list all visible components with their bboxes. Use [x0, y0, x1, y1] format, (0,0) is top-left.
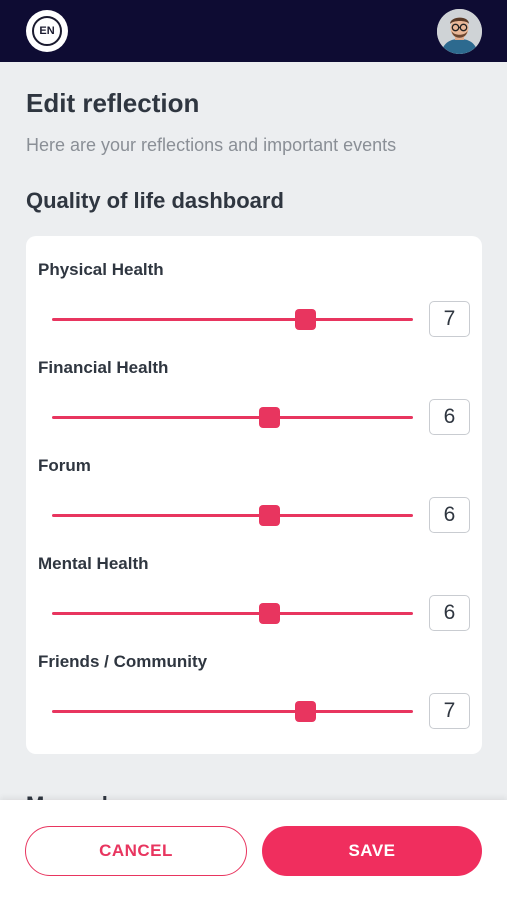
slider-track[interactable]	[52, 416, 413, 419]
slider-track[interactable]	[52, 514, 413, 517]
scroll-content[interactable]: Edit reflection Here are your reflection…	[0, 62, 507, 800]
metric-label: Friends / Community	[38, 652, 208, 671]
goals-section-title: My goals	[26, 792, 120, 800]
top-app-bar: EN	[0, 0, 507, 62]
metric-friends-community: Friends / Community 7	[26, 628, 482, 729]
forum-slider[interactable]	[52, 503, 413, 527]
metric-value[interactable]: 6	[429, 595, 470, 631]
metric-label: Forum	[38, 456, 91, 475]
dashboard-section-title: Quality of life dashboard	[26, 188, 284, 213]
metric-value[interactable]: 6	[429, 497, 470, 533]
slider-track[interactable]	[52, 612, 413, 615]
metric-value[interactable]: 7	[429, 693, 470, 729]
metric-forum: Forum 6	[26, 432, 482, 533]
metric-mental-health: Mental Health 6	[26, 530, 482, 631]
financial-health-slider[interactable]	[52, 405, 413, 429]
save-button[interactable]: SAVE	[262, 826, 482, 876]
slider-thumb[interactable]	[294, 309, 316, 330]
cancel-button[interactable]: CANCEL	[25, 826, 247, 876]
metric-label: Mental Health	[38, 554, 149, 573]
metric-label: Financial Health	[38, 358, 169, 377]
physical-health-slider[interactable]	[52, 307, 413, 331]
language-switcher-button[interactable]: EN	[26, 10, 68, 52]
metric-value[interactable]: 7	[429, 301, 470, 337]
slider-thumb[interactable]	[258, 505, 280, 526]
quality-of-life-card: Physical Health 7 Financial Health 6 For…	[26, 236, 482, 754]
user-avatar-icon[interactable]	[437, 9, 482, 54]
slider-thumb[interactable]	[258, 407, 280, 428]
friends-community-slider[interactable]	[52, 699, 413, 723]
mental-health-slider[interactable]	[52, 601, 413, 625]
metric-label: Physical Health	[38, 260, 164, 279]
metric-physical-health: Physical Health 7	[26, 236, 482, 337]
metric-value[interactable]: 6	[429, 399, 470, 435]
slider-thumb[interactable]	[258, 603, 280, 624]
language-code: EN	[32, 16, 62, 46]
page-subtitle: Here are your reflections and important …	[26, 135, 397, 155]
page-title: Edit reflection	[26, 88, 200, 118]
action-bar: CANCEL SAVE	[0, 800, 507, 900]
slider-track[interactable]	[52, 318, 413, 321]
slider-track[interactable]	[52, 710, 413, 713]
slider-thumb[interactable]	[294, 701, 316, 722]
metric-financial-health: Financial Health 6	[26, 334, 482, 435]
